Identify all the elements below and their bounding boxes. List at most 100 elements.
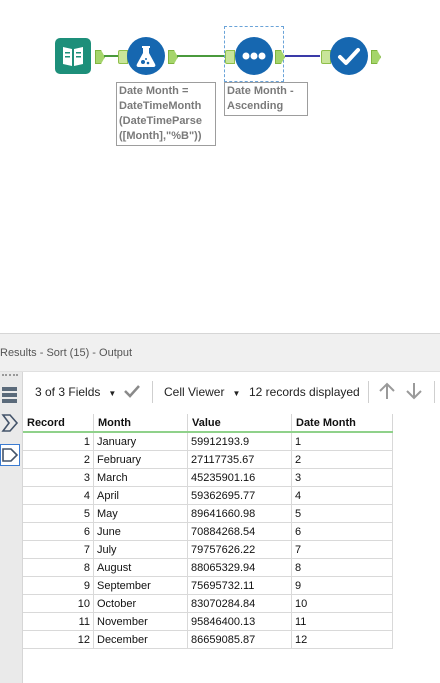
column-header-date-month[interactable]: Date Month: [291, 414, 393, 433]
sort-tool[interactable]: [235, 37, 273, 75]
cell-value[interactable]: 27117735.67: [187, 450, 292, 469]
toolbar-divider: [434, 381, 435, 403]
cell-value[interactable]: 59362695.77: [187, 486, 292, 505]
cell-value[interactable]: 75695732.11: [187, 576, 292, 595]
formula-annotation: Date Month = DateTimeMonth (DateTimePars…: [116, 82, 216, 146]
records-count: 12 records displayed: [249, 385, 360, 399]
cell-month[interactable]: March: [93, 468, 188, 487]
viewer-dropdown[interactable]: Cell Viewer ▼: [164, 385, 240, 399]
cell-record[interactable]: 7: [23, 540, 94, 559]
results-side-strip: [0, 372, 23, 683]
table-row[interactable]: 1 January 59912193.9 1: [23, 431, 393, 451]
results-grid[interactable]: Record Month Value Date Month 1 January 59…: [23, 414, 393, 649]
cell-value[interactable]: 95846400.13: [187, 612, 292, 631]
cell-month[interactable]: June: [93, 522, 188, 541]
cell-value[interactable]: 83070284.84: [187, 594, 292, 613]
formula-tool[interactable]: [127, 37, 165, 75]
cell-record[interactable]: 4: [23, 486, 94, 505]
cell-record[interactable]: 6: [23, 522, 94, 541]
cell-record[interactable]: 9: [23, 576, 94, 595]
column-header-record[interactable]: Record: [23, 414, 94, 433]
drag-grip[interactable]: [2, 374, 18, 379]
cell-month[interactable]: October: [93, 594, 188, 613]
cell-month[interactable]: November: [93, 612, 188, 631]
workflow-canvas[interactable]: Date Month = DateTimeMonth (DateTimePars…: [0, 0, 440, 333]
cell-date-month[interactable]: 12: [291, 630, 393, 649]
connector-sort-browse[interactable]: [285, 55, 320, 57]
cell-date-month[interactable]: 7: [291, 540, 393, 559]
results-title: Results - Sort (15) - Output: [0, 347, 133, 359]
cell-record[interactable]: 1: [23, 431, 94, 451]
cell-date-month[interactable]: 9: [291, 576, 393, 595]
table-row[interactable]: 2 February 27117735.67 2: [23, 450, 393, 469]
connector-input-formula[interactable]: [104, 55, 119, 57]
cell-value[interactable]: 59912193.9: [187, 431, 292, 451]
cell-value[interactable]: 70884268.54: [187, 522, 292, 541]
cell-month[interactable]: August: [93, 558, 188, 577]
cell-record[interactable]: 2: [23, 450, 94, 469]
cell-month[interactable]: May: [93, 504, 188, 523]
arrow-down-icon[interactable]: [405, 381, 423, 404]
table-row[interactable]: 12 December 86659085.87 12: [23, 630, 393, 649]
viewer-label: Cell Viewer: [164, 385, 225, 399]
column-header-month[interactable]: Month: [93, 414, 188, 433]
cell-date-month[interactable]: 5: [291, 504, 393, 523]
message-view-icon[interactable]: [0, 444, 20, 466]
table-row[interactable]: 11 November 95846400.13 11: [23, 612, 393, 631]
sort-dots-icon: [242, 52, 266, 60]
cell-value[interactable]: 89641660.98: [187, 504, 292, 523]
cell-record[interactable]: 11: [23, 612, 94, 631]
cell-record[interactable]: 8: [23, 558, 94, 577]
browse-tool[interactable]: [330, 37, 368, 75]
fields-dropdown[interactable]: 3 of 3 Fields ▼: [35, 385, 116, 399]
table-row[interactable]: 4 April 59362695.77 4: [23, 486, 393, 505]
toolbar-divider: [368, 381, 369, 403]
input-data-tool[interactable]: [55, 38, 91, 74]
apply-check-icon[interactable]: [123, 382, 141, 403]
input-output-anchor[interactable]: [95, 50, 105, 64]
cell-date-month[interactable]: 6: [291, 522, 393, 541]
table-row[interactable]: 3 March 45235901.16 3: [23, 468, 393, 487]
connector-formula-sort[interactable]: [177, 55, 226, 57]
column-header-value[interactable]: Value: [187, 414, 292, 433]
cell-month[interactable]: December: [93, 630, 188, 649]
table-row[interactable]: 8 August 88065329.94 8: [23, 558, 393, 577]
cell-date-month[interactable]: 1: [291, 431, 393, 451]
table-row[interactable]: 10 October 83070284.84 10: [23, 594, 393, 613]
browse-output-anchor[interactable]: [371, 50, 381, 64]
cell-date-month[interactable]: 2: [291, 450, 393, 469]
cell-record[interactable]: 5: [23, 504, 94, 523]
chevron-down-icon: ▼: [108, 389, 117, 398]
cell-value[interactable]: 88065329.94: [187, 558, 292, 577]
cell-date-month[interactable]: 10: [291, 594, 393, 613]
cell-month[interactable]: September: [93, 576, 188, 595]
cell-record[interactable]: 12: [23, 630, 94, 649]
cell-month[interactable]: July: [93, 540, 188, 559]
checkmark-icon: [338, 48, 360, 65]
table-row[interactable]: 5 May 89641660.98 5: [23, 504, 393, 523]
cell-month[interactable]: February: [93, 450, 188, 469]
formula-output-anchor[interactable]: [168, 50, 178, 64]
cell-value[interactable]: 45235901.16: [187, 468, 292, 487]
cell-date-month[interactable]: 4: [291, 486, 393, 505]
table-row[interactable]: 6 June 70884268.54 6: [23, 522, 393, 541]
cell-date-month[interactable]: 3: [291, 468, 393, 487]
cell-value[interactable]: 86659085.87: [187, 630, 292, 649]
book-icon: [63, 47, 83, 66]
cell-record[interactable]: 3: [23, 468, 94, 487]
flask-icon: [136, 46, 156, 67]
fields-label: 3 of 3 Fields: [35, 385, 101, 399]
cell-date-month[interactable]: 11: [291, 612, 393, 631]
cell-record[interactable]: 10: [23, 594, 94, 613]
grid-header-row: Record Month Value Date Month: [23, 414, 393, 433]
cell-date-month[interactable]: 8: [291, 558, 393, 577]
cell-month[interactable]: January: [93, 431, 188, 451]
table-view-icon[interactable]: [0, 384, 20, 406]
sort-input-anchor[interactable]: [225, 50, 235, 64]
table-row[interactable]: 7 July 79757626.22 7: [23, 540, 393, 559]
metadata-view-icon[interactable]: [0, 412, 20, 434]
cell-month[interactable]: April: [93, 486, 188, 505]
table-row[interactable]: 9 September 75695732.11 9: [23, 576, 393, 595]
cell-value[interactable]: 79757626.22: [187, 540, 292, 559]
arrow-up-icon[interactable]: [378, 381, 396, 404]
